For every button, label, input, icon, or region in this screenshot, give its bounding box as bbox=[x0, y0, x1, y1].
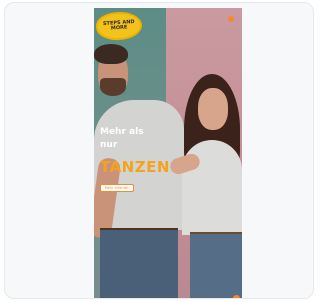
scroll-indicator-icon[interactable] bbox=[233, 295, 240, 298]
woman-figure-face bbox=[198, 88, 228, 130]
mobile-screenshot: STEPS AND MORE Mehr als nur TANZEN Mehr … bbox=[94, 8, 242, 298]
menu-dot-icon[interactable] bbox=[228, 16, 234, 22]
cta-button[interactable]: Mehr erfahren bbox=[100, 184, 134, 192]
brand-logo-text: STEPS AND MORE bbox=[102, 18, 135, 32]
woman-figure-jeans bbox=[190, 234, 242, 298]
man-figure-jeans bbox=[100, 230, 178, 298]
hero-highlight: TANZEN bbox=[100, 158, 170, 176]
cta-button-label: Mehr erfahren bbox=[104, 186, 130, 190]
hero-headline-line2: nur bbox=[100, 140, 118, 150]
man-figure-beard bbox=[100, 78, 126, 96]
man-figure-hair bbox=[94, 44, 128, 64]
hero-headline: Mehr als nur bbox=[100, 126, 180, 152]
hero-headline-line1: Mehr als bbox=[100, 127, 144, 137]
preview-card: STEPS AND MORE Mehr als nur TANZEN Mehr … bbox=[4, 2, 314, 299]
